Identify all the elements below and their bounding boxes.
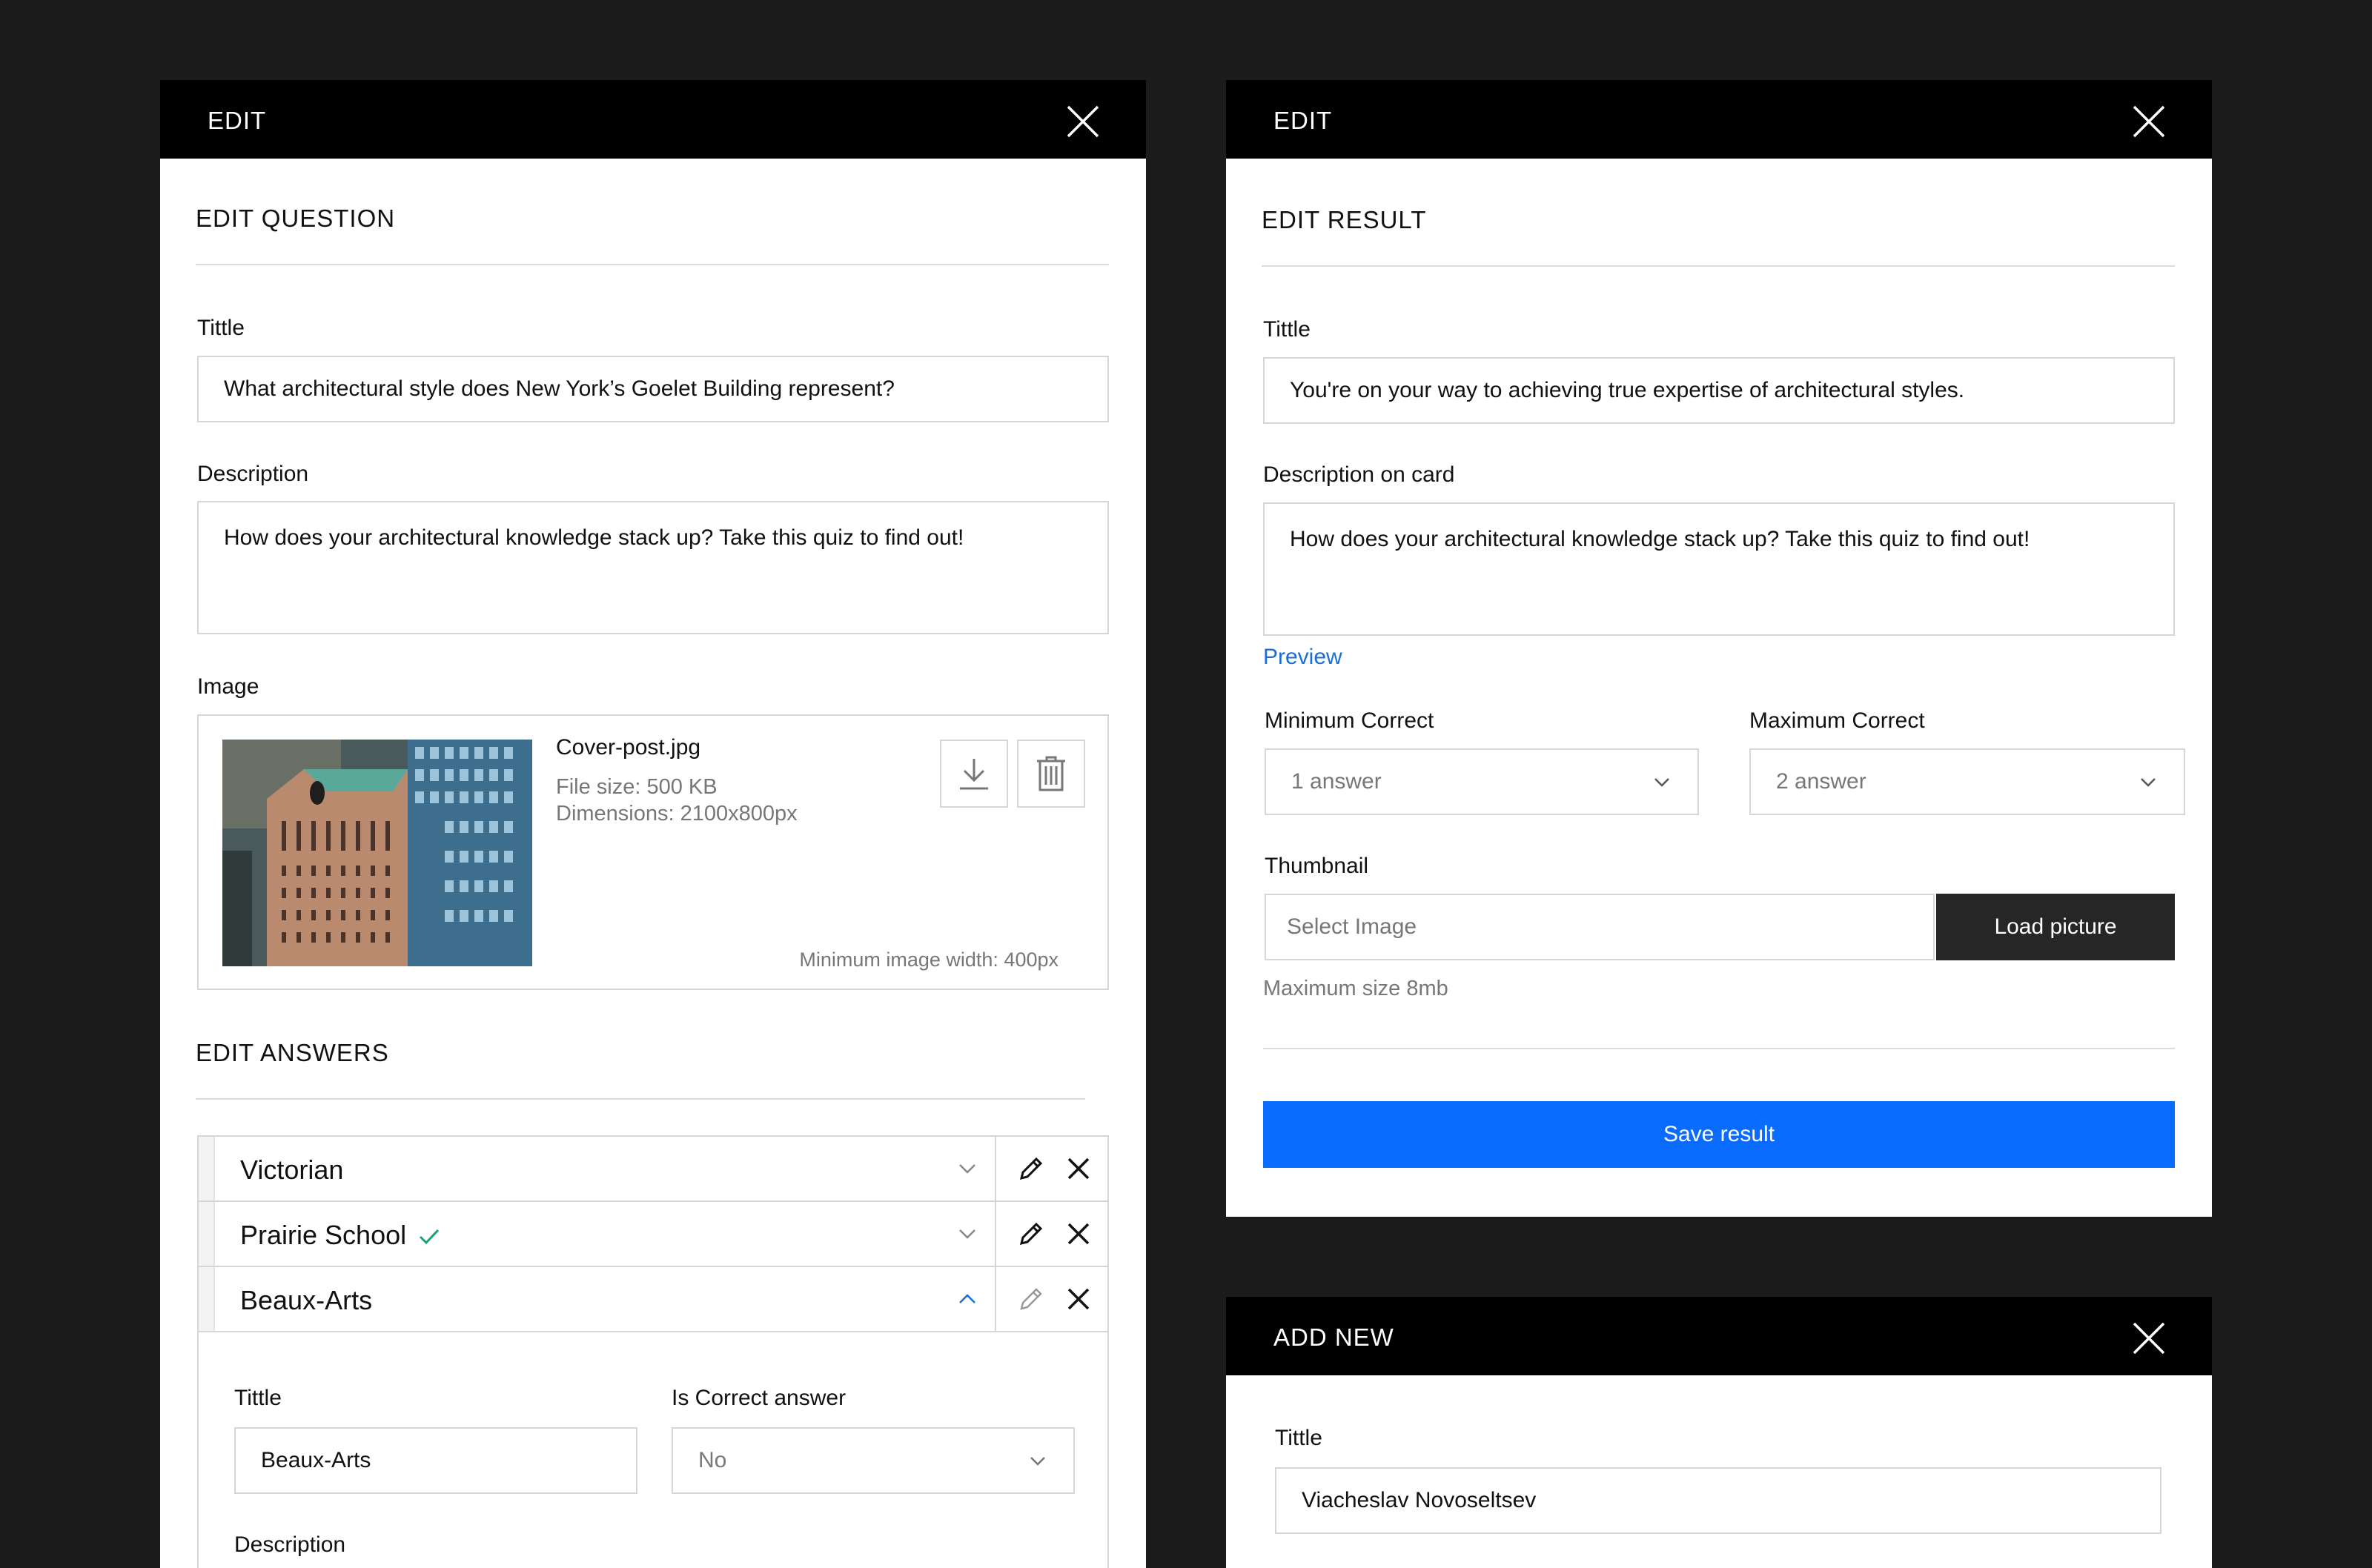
description-label: Description on card: [1263, 462, 1455, 487]
description-textarea[interactable]: How does your architectural knowledge st…: [197, 501, 1109, 634]
min-correct-select[interactable]: 1 answer: [1265, 748, 1699, 815]
answer-description-label: Description: [234, 1532, 346, 1557]
save-result-label: Save result: [1663, 1122, 1775, 1146]
edit-question-panel: EDIT EDIT QUESTION Tittle What architect…: [160, 80, 1146, 1568]
chevron-up-icon[interactable]: [956, 1288, 978, 1310]
chevron-down-icon: [1030, 1457, 1045, 1466]
result-title-input[interactable]: You're on your way to achieving true exp…: [1263, 357, 2175, 424]
max-correct-select[interactable]: 2 answer: [1749, 748, 2185, 815]
divider: [196, 1098, 1085, 1100]
pencil-icon[interactable]: [1017, 1220, 1045, 1248]
section-title: EDIT QUESTION: [196, 205, 396, 232]
edit-result-panel: EDIT EDIT RESULT Tittle You're on your w…: [1226, 80, 2212, 1217]
check-icon: [420, 1229, 440, 1245]
title-label: Tittle: [197, 316, 245, 340]
preview-link[interactable]: Preview: [1263, 645, 1342, 670]
close-icon[interactable]: [2132, 1321, 2166, 1355]
add-new-title-input[interactable]: Viacheslav Novoseltsev: [1275, 1467, 2161, 1534]
title-label: Tittle: [1263, 317, 1311, 342]
thumbnail-input[interactable]: Select Image: [1265, 894, 1935, 960]
title-label: Tittle: [1275, 1426, 1322, 1450]
thumbnail-label: Thumbnail: [1265, 854, 1369, 878]
divider: [196, 264, 1109, 265]
is-correct-select[interactable]: No: [672, 1427, 1075, 1494]
description-label: Description: [197, 462, 309, 486]
panel-header: EDIT: [1226, 80, 2212, 159]
answers-title: EDIT ANSWERS: [196, 1039, 389, 1066]
max-correct-value: 2 answer: [1776, 769, 1866, 794]
min-correct-value: 1 answer: [1291, 769, 1382, 794]
thumbnail-placeholder: Select Image: [1287, 914, 1417, 939]
add-new-panel: ADD NEW Tittle Viacheslav Novoseltsev: [1226, 1297, 2212, 1568]
answer-row[interactable]: Prairie School: [199, 1202, 1107, 1267]
file-dimensions: Dimensions: 2100x800px: [556, 802, 798, 825]
divider: [1263, 1048, 2175, 1049]
file-name: Cover-post.jpg: [556, 735, 701, 760]
chevron-down-icon[interactable]: [956, 1157, 978, 1180]
pencil-icon[interactable]: [1017, 1285, 1045, 1313]
is-correct-value: No: [698, 1448, 727, 1472]
save-result-button[interactable]: Save result: [1263, 1101, 2175, 1168]
description-textarea[interactable]: How does your architectural knowledge st…: [1263, 502, 2175, 636]
delete-image-button[interactable]: [1017, 740, 1085, 808]
drag-handle[interactable]: [199, 1267, 215, 1331]
min-width-note: Minimum image width: 400px: [799, 949, 1059, 971]
image-card: Cover-post.jpg File size: 500 KB Dimensi…: [197, 714, 1109, 990]
answer-row[interactable]: Beaux-Arts: [199, 1267, 1107, 1332]
panel-header: EDIT: [160, 80, 1146, 159]
answer-title-input[interactable]: Beaux-Arts: [234, 1427, 637, 1494]
answers-list: Victorian Prairie School Beaux-Arts Titt…: [197, 1135, 1109, 1568]
panel-title: EDIT: [1273, 107, 1333, 134]
answer-label-text: Prairie School: [240, 1220, 407, 1250]
result-title-value: You're on your way to achieving true exp…: [1290, 378, 1965, 402]
description-value: How does your architectural knowledge st…: [224, 525, 964, 550]
chevron-down-icon[interactable]: [956, 1223, 978, 1245]
close-icon[interactable]: [1066, 1221, 1091, 1246]
panel-header: ADD NEW: [1226, 1297, 2212, 1375]
section-title: EDIT RESULT: [1262, 206, 1427, 233]
panel-title: EDIT: [208, 107, 267, 134]
answer-title-value: Beaux-Arts: [261, 1448, 371, 1472]
answer-label: Victorian: [240, 1155, 344, 1185]
close-icon[interactable]: [1066, 104, 1100, 139]
divider: [995, 1202, 996, 1266]
close-icon[interactable]: [1066, 1156, 1091, 1181]
divider: [995, 1137, 996, 1200]
answer-row[interactable]: Victorian: [199, 1137, 1107, 1202]
trash-icon: [1037, 756, 1065, 791]
drag-handle[interactable]: [199, 1137, 215, 1200]
add-new-title-value: Viacheslav Novoseltsev: [1302, 1488, 1537, 1512]
file-size: File size: 500 KB: [556, 775, 718, 799]
answer-title-label: Tittle: [234, 1386, 282, 1410]
pencil-icon[interactable]: [1017, 1155, 1045, 1183]
close-icon[interactable]: [1066, 1286, 1091, 1312]
max-correct-label: Maximum Correct: [1749, 708, 1925, 733]
answer-label: Beaux-Arts: [240, 1285, 373, 1315]
title-input-value: What architectural style does New York’s…: [224, 376, 895, 401]
panel-title: ADD NEW: [1273, 1323, 1394, 1351]
load-picture-label: Load picture: [1994, 914, 2117, 939]
max-size-note: Maximum size 8mb: [1263, 977, 1448, 1000]
is-correct-label: Is Correct answer: [672, 1386, 847, 1410]
min-correct-label: Minimum Correct: [1265, 708, 1434, 733]
close-icon[interactable]: [2132, 104, 2166, 139]
download-icon: [960, 759, 988, 790]
divider: [995, 1267, 996, 1331]
title-input[interactable]: What architectural style does New York’s…: [197, 356, 1109, 422]
drag-handle[interactable]: [199, 1202, 215, 1266]
chevron-down-icon: [1654, 778, 1669, 787]
description-value: How does your architectural knowledge st…: [1290, 527, 2030, 551]
building-thumbnail: [222, 740, 532, 966]
image-label: Image: [197, 674, 259, 699]
load-picture-button[interactable]: Load picture: [1936, 894, 2175, 960]
chevron-down-icon: [2141, 778, 2156, 787]
divider: [1262, 265, 2175, 267]
answer-label: Prairie School: [240, 1220, 440, 1251]
download-button[interactable]: [940, 740, 1008, 808]
